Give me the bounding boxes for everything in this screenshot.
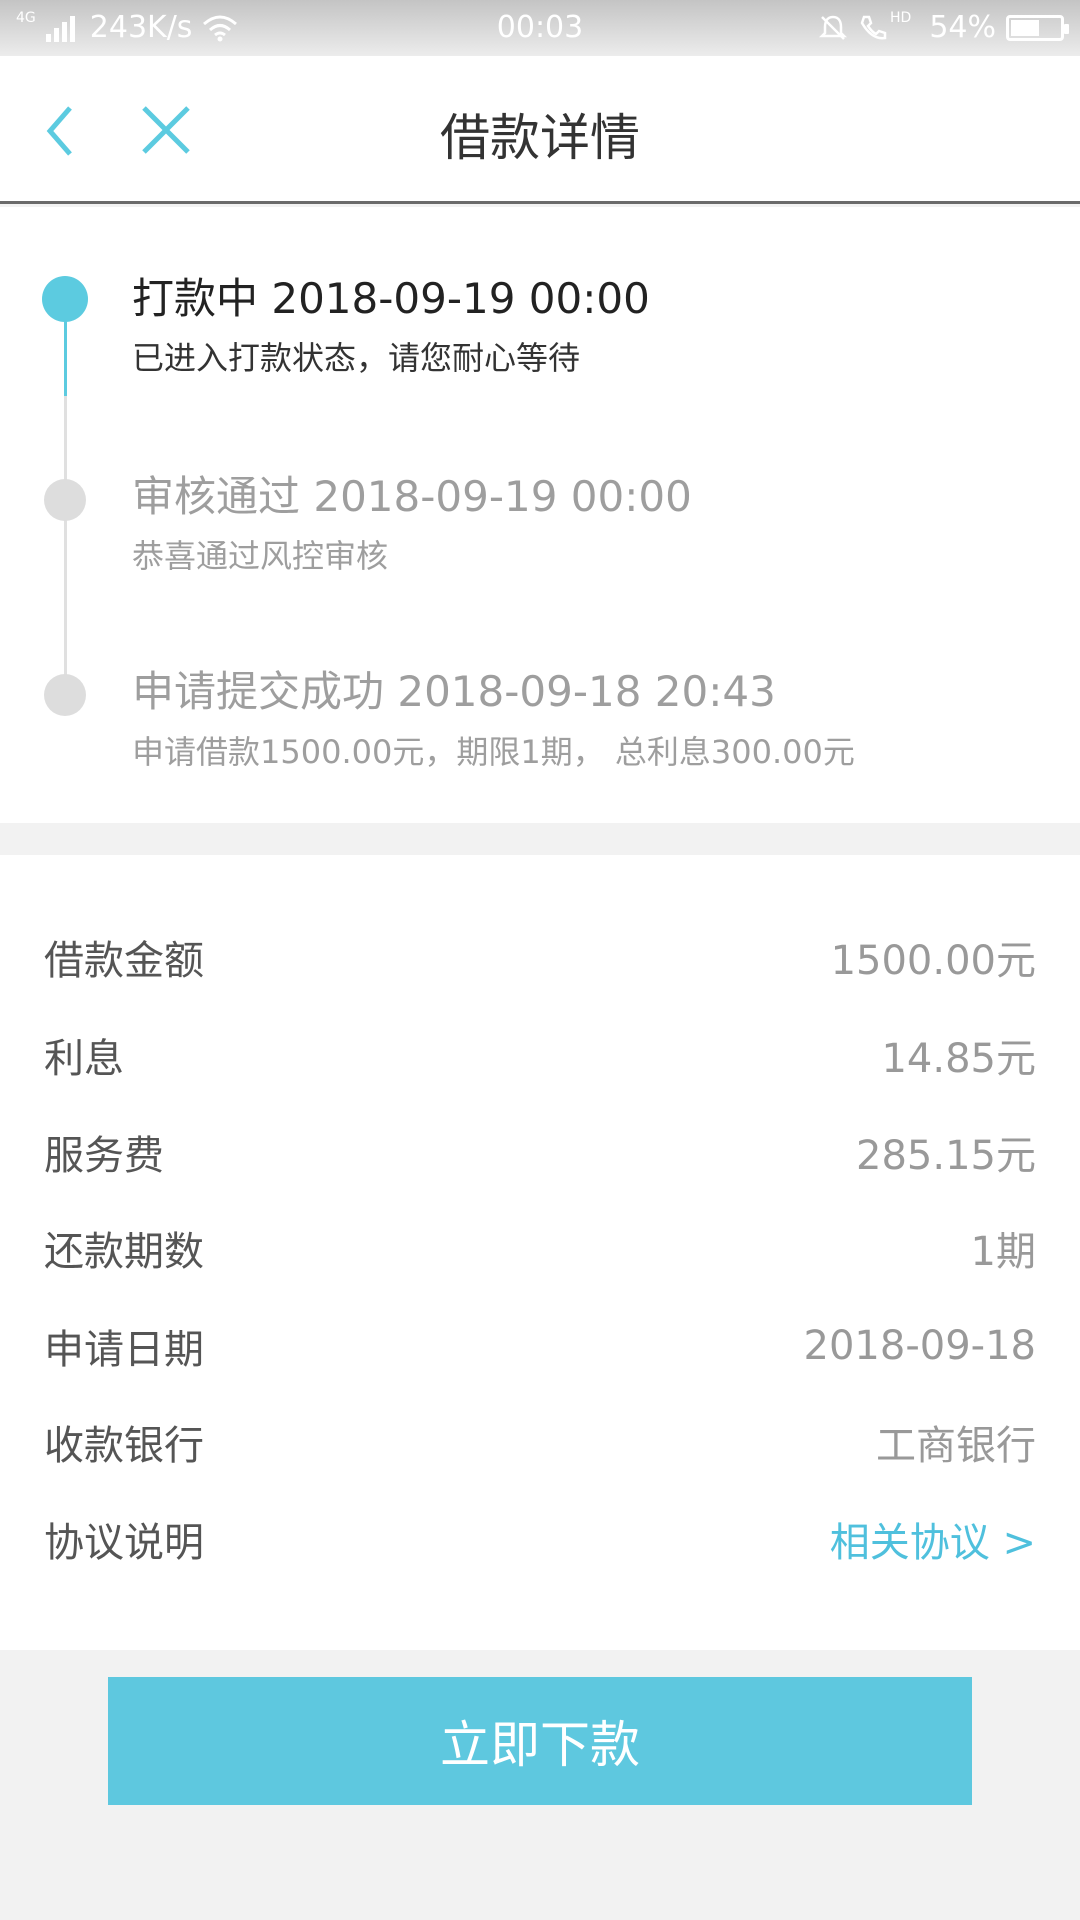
detail-row-receiving-bank: 收款银行 工商银行: [0, 1402, 1080, 1482]
detail-label: 服务费: [44, 1133, 164, 1179]
mute-bell-icon: [818, 15, 848, 40]
timeline-inactive-line: [64, 396, 67, 701]
detail-row-service-fee: 服务费 285.15元: [0, 1112, 1080, 1192]
battery-fill: [1011, 19, 1040, 36]
timeline-dot-active: [42, 276, 88, 322]
detail-label: 申请日期: [44, 1327, 204, 1373]
timeline-dot: [44, 674, 86, 716]
detail-row-agreement: 协议说明 相关协议 >: [0, 1499, 1080, 1579]
battery-percent: 54%: [929, 10, 996, 45]
loan-status-timeline: 打款中 2018-09-19 00:00 已进入打款状态，请您耐心等待 审核通过…: [0, 207, 1080, 823]
timeline-step-desc: 申请借款1500.00元，期限1期， 总利息300.00元: [132, 733, 855, 771]
detail-row-application-date: 申请日期 2018-09-18: [0, 1306, 1080, 1386]
timeline-step-desc: 已进入打款状态，请您耐心等待: [132, 339, 581, 377]
timeline-step-title: 申请提交成功 2018-09-18 20:43: [132, 667, 776, 716]
page-title: 借款详情: [440, 109, 640, 167]
screen: 4G 243K/s 00:03 HD 54% 借款详情 打款中 2018-09-…: [0, 0, 1080, 1920]
timeline-dot: [44, 479, 86, 521]
timeline-step-title: 审核通过 2018-09-19 00:00: [132, 472, 692, 521]
status-right: HD 54%: [818, 9, 1069, 45]
detail-label: 协议说明: [44, 1520, 204, 1566]
detail-label: 利息: [44, 1036, 124, 1082]
status-bar: 4G 243K/s 00:03 HD 54%: [0, 0, 1080, 56]
detail-row-repayment-periods: 还款期数 1期: [0, 1208, 1080, 1288]
detail-value: 工商银行: [876, 1423, 1036, 1469]
detail-value: 1期: [970, 1229, 1036, 1275]
detail-row-loan-amount: 借款金额 1500.00元: [0, 917, 1080, 997]
detail-value: 285.15元: [856, 1133, 1036, 1179]
detail-value: 2018-09-18: [803, 1323, 1036, 1369]
nav-bar: 借款详情: [0, 56, 1080, 204]
battery-icon: [1006, 14, 1069, 41]
detail-value: 1500.00元: [830, 938, 1036, 984]
timeline-step-title: 打款中 2018-09-19 00:00: [132, 274, 650, 323]
hd-label: HD: [890, 9, 912, 26]
detail-label: 收款银行: [44, 1423, 204, 1469]
hd-call-icon: [860, 15, 887, 39]
loan-details: 借款金额 1500.00元 利息 14.85元 服务费 285.15元 还款期数…: [0, 855, 1080, 1650]
detail-value: 14.85元: [881, 1036, 1036, 1082]
detail-row-interest: 利息 14.85元: [0, 1015, 1080, 1095]
timeline-step-desc: 恭喜通过风控审核: [132, 537, 389, 575]
detail-label: 借款金额: [44, 938, 204, 984]
detail-label: 还款期数: [44, 1229, 204, 1275]
disburse-now-button[interactable]: 立即下款: [108, 1677, 972, 1805]
related-agreements-link[interactable]: 相关协议 >: [830, 1510, 1036, 1568]
